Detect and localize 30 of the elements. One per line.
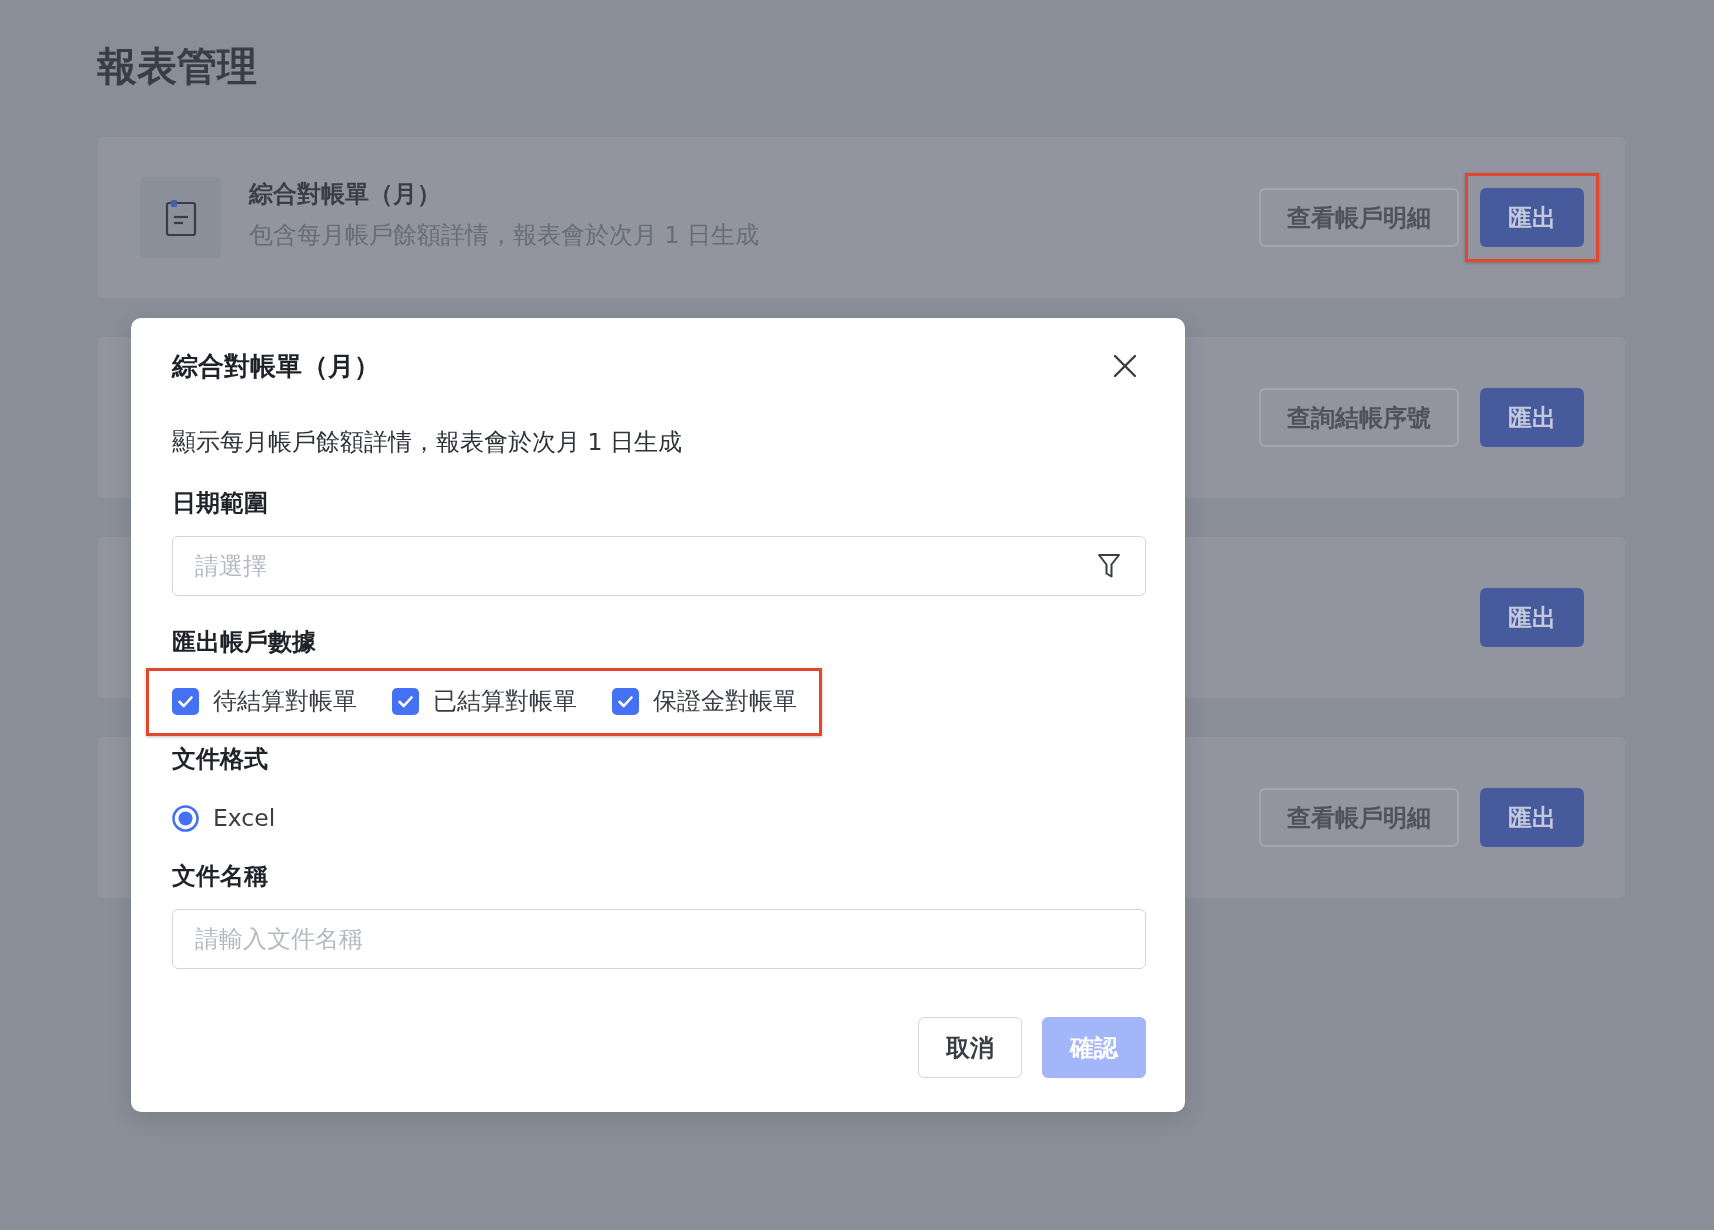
document-icon — [140, 177, 221, 258]
page-title: 報表管理 — [97, 44, 257, 88]
text-input-field[interactable]: 請輸入文件名稱 — [172, 909, 1146, 969]
dialog-title: 綜合對帳單（月） — [172, 350, 380, 383]
checkbox-label: 保證金對帳單 — [653, 686, 797, 717]
dialog-description: 顯示每月帳戶餘額詳情，報表會於次月 1 日生成 — [172, 427, 682, 457]
filter-icon — [1097, 553, 1121, 579]
primary-button[interactable]: 匯出 — [1480, 188, 1584, 247]
checkbox-label: 已結算對帳單 — [433, 686, 577, 717]
checkbox-label: 待結算對帳單 — [213, 686, 357, 717]
outline-button[interactable]: 查看帳戶明細 — [1259, 188, 1459, 247]
field-label: 日期範圍 — [172, 488, 268, 518]
primary-button[interactable]: 匯出 — [1480, 788, 1584, 847]
radio-button[interactable] — [172, 804, 199, 832]
outline-button[interactable]: 查詢結帳序號 — [1259, 388, 1459, 447]
select-field[interactable]: 請選擇 — [172, 536, 1146, 596]
outline-button[interactable]: 查看帳戶明細 — [1259, 788, 1459, 847]
cancel-button[interactable]: 取消 — [918, 1017, 1022, 1078]
field-label: 匯出帳戶數據 — [172, 627, 316, 657]
field-label: 文件格式 — [172, 744, 268, 774]
checkbox[interactable] — [172, 687, 199, 715]
close-icon — [1113, 354, 1137, 378]
field-label: 文件名稱 — [172, 861, 268, 891]
card-title: 綜合對帳單（月） — [249, 179, 441, 210]
primary-button[interactable]: 匯出 — [1480, 588, 1584, 647]
radio-label: Excel — [213, 803, 276, 834]
checkbox[interactable] — [612, 687, 639, 715]
close-button[interactable] — [1112, 353, 1138, 379]
checkbox[interactable] — [392, 687, 419, 715]
primary-button[interactable]: 匯出 — [1480, 388, 1584, 447]
